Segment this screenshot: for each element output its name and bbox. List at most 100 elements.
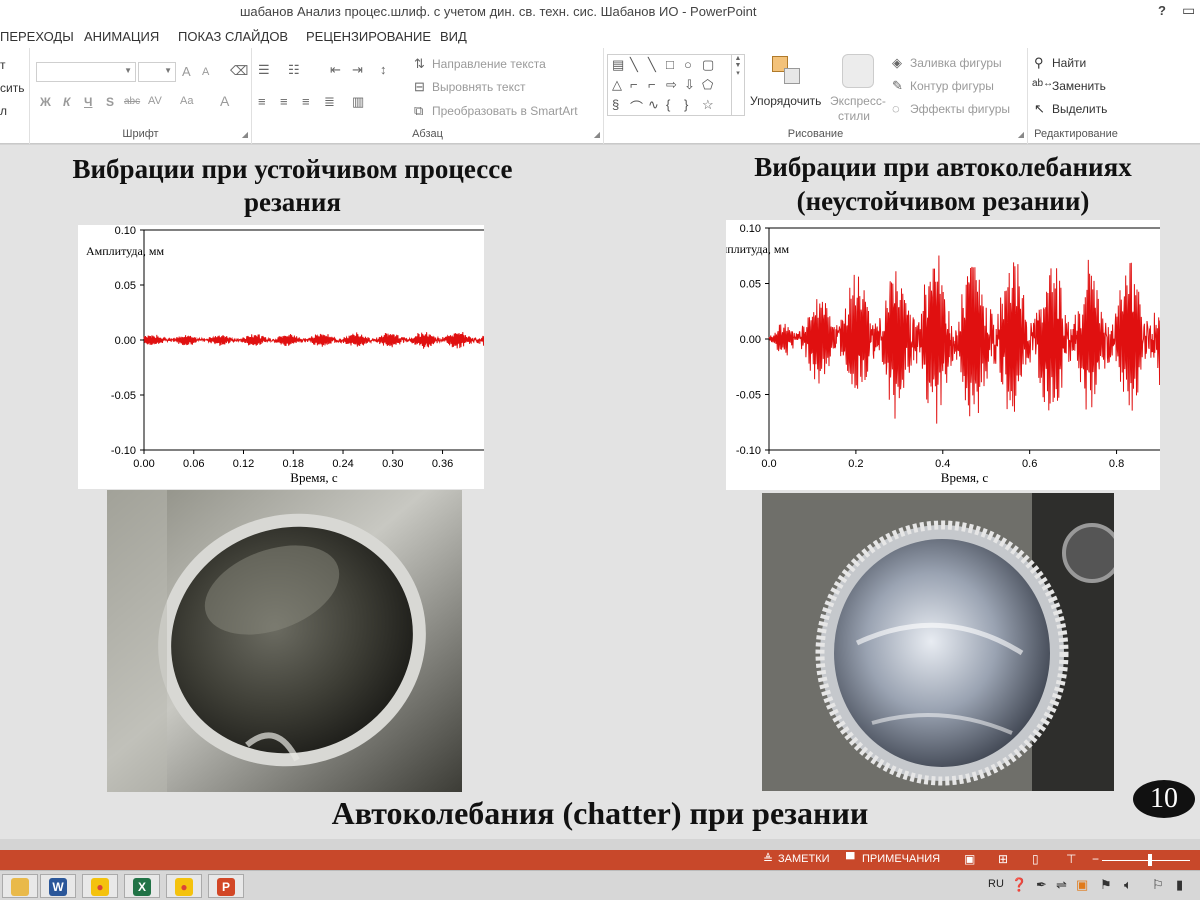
notes-button[interactable]: ЗАМЕТКИ — [778, 853, 830, 865]
zoom-out-icon[interactable]: − — [1092, 852, 1099, 866]
editing-group: ⚲ Найти ab↔ Заменить ↖ Выделить Редактир… — [1028, 48, 1124, 144]
zoom-slider-thumb[interactable] — [1148, 854, 1153, 866]
tab-view[interactable]: ВИД — [440, 29, 467, 44]
help-tray-icon[interactable]: ❓ — [1011, 877, 1027, 893]
left-brace-shape-icon[interactable]: { — [666, 97, 670, 112]
numbering-icon[interactable]: ☷ — [288, 62, 300, 78]
grow-font-button[interactable]: A — [182, 64, 191, 79]
power-tray-icon[interactable]: ▮ — [1176, 877, 1183, 893]
taskbar-app-1[interactable]: W — [40, 874, 76, 898]
pen-tray-icon[interactable]: ✒ — [1036, 877, 1047, 893]
normal-view-icon[interactable]: ▣ — [964, 852, 975, 866]
quick-styles-label-2[interactable]: стили — [838, 109, 870, 123]
line-shape-icon[interactable]: ╲ — [630, 57, 638, 73]
tab-transitions[interactable]: ПЕРЕХОДЫ — [0, 29, 74, 44]
arrow-line-shape-icon[interactable]: ╲ — [648, 57, 656, 73]
right-brace-shape-icon[interactable]: } — [684, 97, 688, 112]
bold-button[interactable]: Ж — [40, 95, 51, 109]
font-name-combo[interactable]: ▼ — [36, 62, 136, 82]
volume-icon[interactable]: 🔈︎ — [1124, 877, 1132, 893]
replace-button[interactable]: Заменить — [1052, 79, 1106, 93]
align-right-icon[interactable]: ≡ — [302, 94, 310, 109]
textbox-shape-icon[interactable]: ▤ — [612, 57, 624, 73]
align-text-button[interactable]: Выровнять текст — [432, 80, 525, 94]
network-tray-icon[interactable]: ⇌ — [1056, 877, 1067, 893]
slide-canvas[interactable]: Вибрации при устойчивом процессе резания… — [0, 145, 1200, 839]
shapes-gallery[interactable]: ▤ ╲ ╲ □ ○ ▢ △ ⌐ ⌐ ⇨ ⇩ ⬠ § ⌒ ∿ { } ☆ ▲ ▼ ▾ — [607, 54, 745, 116]
align-center-icon[interactable]: ≡ — [280, 94, 288, 109]
tab-slideshow[interactable]: ПОКАЗ СЛАЙДОВ — [178, 29, 288, 44]
font-color-button[interactable]: A — [220, 93, 229, 109]
font-size-combo[interactable]: ▼ — [138, 62, 176, 82]
quick-styles-label-1[interactable]: Экспресс- — [830, 94, 886, 108]
shape-fill-button[interactable]: Заливка фигуры — [910, 56, 1002, 70]
connector-shape-icon[interactable]: ⌐ — [630, 77, 638, 92]
underline-button[interactable]: Ч — [84, 95, 92, 109]
right-arrow-shape-icon[interactable]: ⇨ — [666, 77, 677, 93]
shape-effects-button[interactable]: Эффекты фигуры — [910, 102, 1010, 116]
font-group: ▼ ▼ A A ⌫ Ж К Ч S abc AV Aa A Шрифт ◢ — [30, 48, 252, 144]
decrease-indent-icon[interactable]: ⇤ — [330, 62, 341, 78]
curve-shape-icon[interactable]: § — [612, 97, 619, 112]
ribbon-options-icon[interactable]: ▭ — [1182, 2, 1195, 19]
wave-shape-icon[interactable]: ∿ — [648, 97, 659, 113]
font-dialog-launcher-icon[interactable]: ◢ — [242, 130, 248, 139]
reading-view-icon[interactable]: ▯ — [1032, 852, 1039, 866]
star-shape-icon[interactable]: ☆ — [702, 97, 714, 113]
select-button[interactable]: Выделить — [1052, 102, 1107, 116]
shape-outline-button[interactable]: Контур фигуры — [910, 79, 994, 93]
taskbar-app-5[interactable]: P — [208, 874, 244, 898]
arrange-button[interactable]: Упорядочить — [750, 94, 821, 108]
gallery-scroll[interactable]: ▲ ▼ ▾ — [731, 55, 744, 115]
oval-shape-icon[interactable]: ○ — [684, 57, 692, 72]
explorer-taskbar-button[interactable] — [2, 874, 38, 898]
shadow-button[interactable]: S — [106, 95, 114, 109]
slideshow-view-icon[interactable]: ⊤ — [1066, 852, 1076, 866]
taskbar-app-4[interactable]: ● — [166, 874, 202, 898]
action-center-icon[interactable]: ⚑ — [1100, 877, 1112, 893]
app-tray-icon[interactable]: ▣ — [1076, 877, 1088, 893]
text-direction-button[interactable]: Направление текста — [432, 57, 546, 71]
smartart-button[interactable]: Преобразовать в SmartArt — [432, 104, 578, 118]
italic-button[interactable]: К — [63, 95, 70, 109]
x-tick-label: 0.6 — [1022, 458, 1037, 470]
help-button[interactable]: ? — [1158, 3, 1166, 18]
drawing-dialog-launcher-icon[interactable]: ◢ — [1018, 130, 1024, 139]
rounded-rect-shape-icon[interactable]: ▢ — [702, 57, 714, 73]
elbow-connector-shape-icon[interactable]: ⌐ — [648, 77, 656, 92]
strikethrough-button[interactable]: abc — [124, 96, 140, 107]
quick-styles-icon[interactable] — [842, 54, 874, 88]
freeform-shape-icon[interactable]: ⬠ — [702, 77, 713, 93]
comments-button[interactable]: ПРИМЕЧАНИЯ — [862, 853, 940, 865]
slide-sorter-icon[interactable]: ⊞ — [998, 852, 1008, 866]
tab-animation[interactable]: АНИМАЦИЯ — [84, 29, 159, 44]
find-button[interactable]: Найти — [1052, 56, 1086, 70]
char-spacing-button[interactable]: AV — [148, 95, 162, 107]
increase-indent-icon[interactable]: ⇥ — [352, 62, 363, 78]
down-arrow-shape-icon[interactable]: ⇩ — [684, 77, 695, 93]
clear-format-icon[interactable]: ⌫ — [230, 63, 248, 79]
clipboard-item-1[interactable]: т — [0, 58, 6, 72]
bullets-icon[interactable]: ☰ — [258, 62, 270, 78]
align-left-icon[interactable]: ≡ — [258, 94, 266, 109]
rectangle-shape-icon[interactable]: □ — [666, 57, 674, 72]
taskbar-app-2[interactable]: ● — [82, 874, 118, 898]
language-indicator[interactable]: RU — [988, 878, 1004, 890]
paragraph-dialog-launcher-icon[interactable]: ◢ — [594, 130, 600, 139]
justify-icon[interactable]: ≣ — [324, 94, 335, 110]
zoom-slider[interactable] — [1102, 860, 1190, 861]
y-tick-label: 0.10 — [115, 225, 136, 237]
line-spacing-icon[interactable]: ↕ — [380, 62, 387, 77]
arrange-icon[interactable] — [770, 54, 804, 88]
arc-shape-icon[interactable]: ⌒ — [630, 97, 643, 116]
taskbar-app-3[interactable]: X — [124, 874, 160, 898]
x-tick-label: 0.24 — [332, 458, 353, 470]
clipboard-item-3[interactable]: л — [0, 104, 7, 118]
shrink-font-button[interactable]: A — [202, 66, 209, 78]
tab-review[interactable]: РЕЦЕНЗИРОВАНИЕ — [306, 29, 431, 44]
columns-icon[interactable]: ▥ — [352, 94, 364, 110]
change-case-button[interactable]: Aa — [180, 95, 193, 107]
triangle-shape-icon[interactable]: △ — [612, 77, 622, 93]
clipboard-item-2[interactable]: сить — [0, 81, 24, 95]
flag-tray-icon[interactable]: ⚐ — [1152, 877, 1164, 893]
